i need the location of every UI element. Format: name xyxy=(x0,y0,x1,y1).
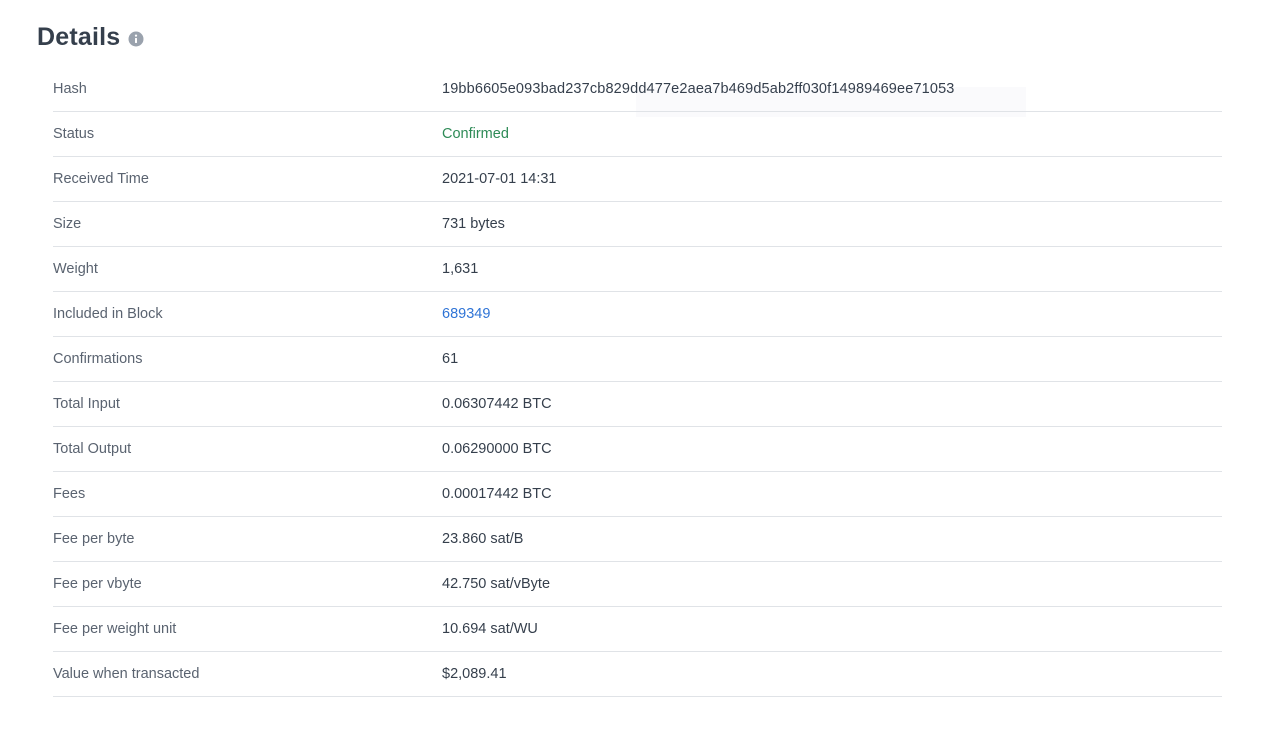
row-label: Included in Block xyxy=(53,306,163,322)
row-label: Confirmations xyxy=(53,351,143,367)
table-row-size: Size 731 bytes xyxy=(53,202,1222,247)
table-row-total-input: Total Input 0.06307442 BTC xyxy=(53,382,1222,427)
row-label: Size xyxy=(53,216,82,232)
details-table: Hash 19bb6605e093bad237cb829dd477e2aea7b… xyxy=(53,67,1222,697)
fee-per-vbyte-value: 42.750 sat/vByte xyxy=(442,576,551,592)
row-label: Weight xyxy=(53,261,98,277)
table-row-included-in-block: Included in Block 689349 xyxy=(53,292,1222,337)
table-row-received-time: Received Time 2021-07-01 14:31 xyxy=(53,157,1222,202)
info-icon[interactable] xyxy=(128,31,144,47)
total-input-value: 0.06307442 BTC xyxy=(442,396,552,412)
row-label: Received Time xyxy=(53,171,149,187)
details-header: Details xyxy=(37,20,144,54)
table-row-weight: Weight 1,631 xyxy=(53,247,1222,292)
value-when-transacted-value: $2,089.41 xyxy=(442,666,507,682)
transaction-hash[interactable]: 19bb6605e093bad237cb829dd477e2aea7b469d5… xyxy=(442,81,955,97)
table-row-total-output: Total Output 0.06290000 BTC xyxy=(53,427,1222,472)
block-link[interactable]: 689349 xyxy=(442,306,490,322)
size-value: 731 bytes xyxy=(442,216,505,232)
table-row-value-when-transacted: Value when transacted $2,089.41 xyxy=(53,652,1222,697)
table-row-hash: Hash 19bb6605e093bad237cb829dd477e2aea7b… xyxy=(53,67,1222,112)
page-title: Details xyxy=(37,22,121,51)
table-row-fee-per-vbyte: Fee per vbyte 42.750 sat/vByte xyxy=(53,562,1222,607)
fee-per-byte-value: 23.860 sat/B xyxy=(442,531,524,547)
row-label: Fee per byte xyxy=(53,531,135,547)
row-label: Value when transacted xyxy=(53,666,200,682)
weight-value: 1,631 xyxy=(442,261,479,277)
status-value: Confirmed xyxy=(442,126,509,142)
row-label: Total Output xyxy=(53,441,132,457)
table-row-confirmations: Confirmations 61 xyxy=(53,337,1222,382)
table-row-fee-per-byte: Fee per byte 23.860 sat/B xyxy=(53,517,1222,562)
table-row-fee-per-weight-unit: Fee per weight unit 10.694 sat/WU xyxy=(53,607,1222,652)
table-row-fees: Fees 0.00017442 BTC xyxy=(53,472,1222,517)
row-label: Hash xyxy=(53,81,87,97)
row-label: Fees xyxy=(53,486,86,502)
table-row-status: Status Confirmed xyxy=(53,112,1222,157)
row-label: Fee per weight unit xyxy=(53,621,177,637)
fee-per-weight-unit-value: 10.694 sat/WU xyxy=(442,621,538,637)
row-label: Total Input xyxy=(53,396,120,412)
row-label: Fee per vbyte xyxy=(53,576,142,592)
total-output-value: 0.06290000 BTC xyxy=(442,441,552,457)
confirmations-value: 61 xyxy=(442,351,459,367)
fees-value: 0.00017442 BTC xyxy=(442,486,552,502)
row-label: Status xyxy=(53,126,95,142)
received-time-value: 2021-07-01 14:31 xyxy=(442,171,557,187)
